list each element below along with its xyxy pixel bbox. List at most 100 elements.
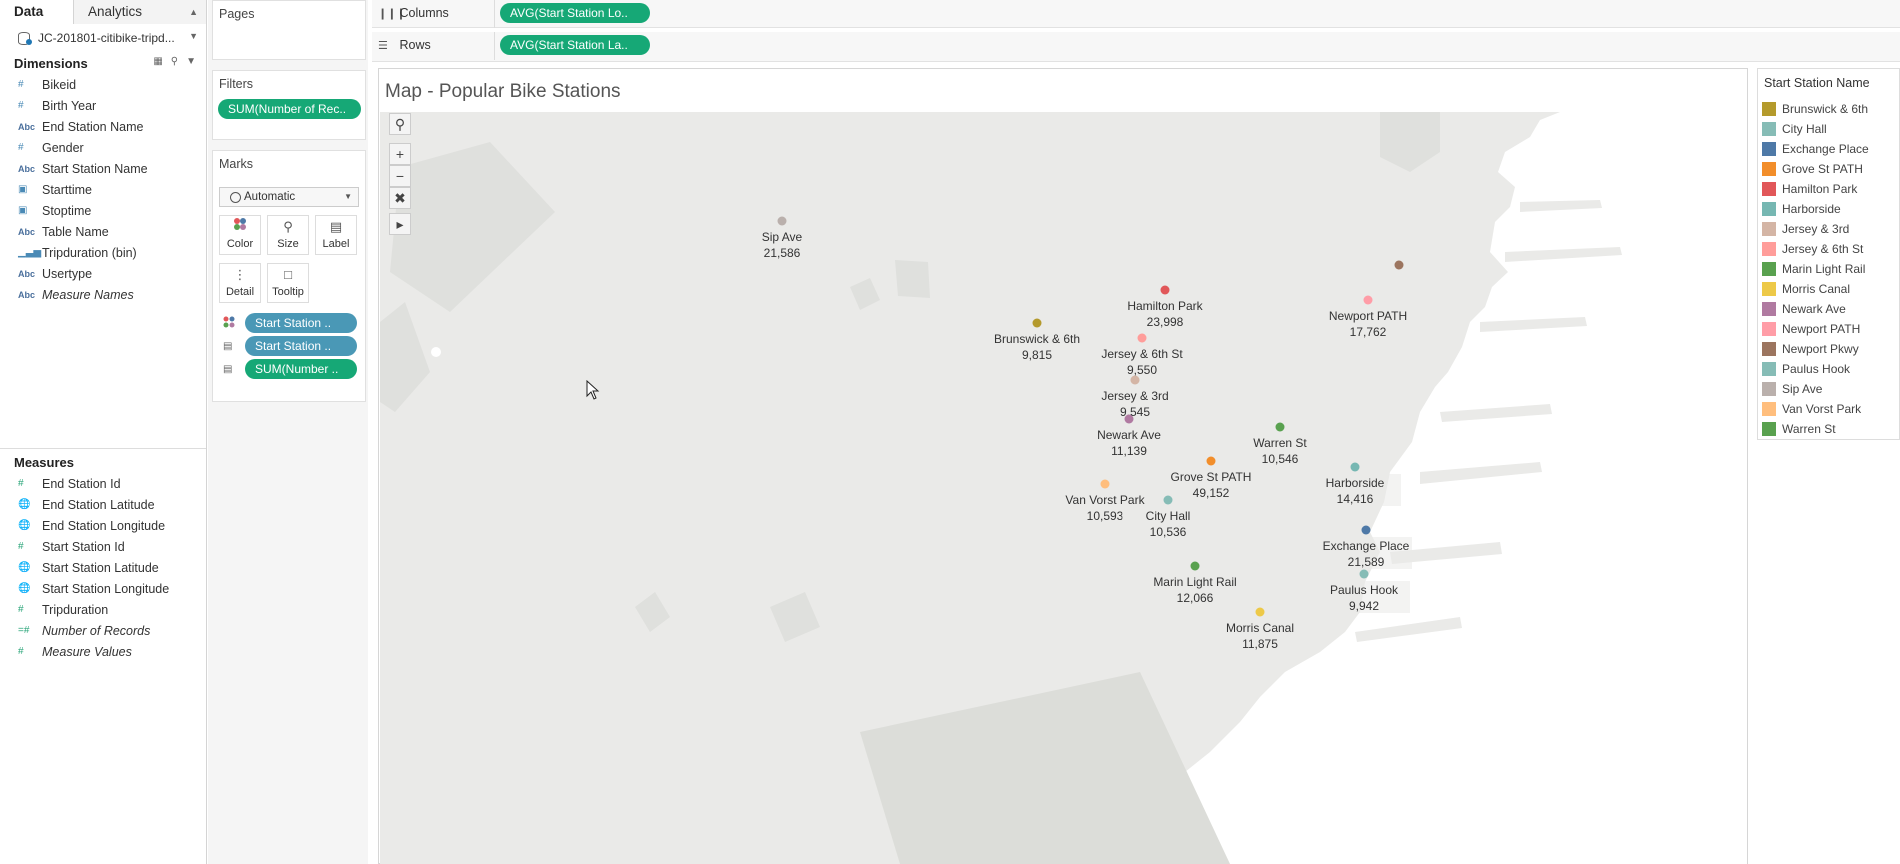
field-table-name[interactable]: Abc Table Name bbox=[0, 221, 206, 242]
field-start-station-id[interactable]: # Start Station Id bbox=[0, 536, 206, 557]
station-dot[interactable] bbox=[777, 216, 787, 226]
mark-type-dropdown[interactable]: Automatic ▼ bbox=[219, 187, 359, 207]
columns-shelf[interactable]: ❙❙❙ Columns AVG(Start Station Lo.. bbox=[372, 0, 1900, 28]
station-name-label: Warren St bbox=[1253, 436, 1307, 450]
field-tripduration[interactable]: # Tripduration bbox=[0, 599, 206, 620]
station-dot[interactable] bbox=[1206, 456, 1216, 466]
pane-tabs: Data Analytics ▲ ▼ bbox=[0, 0, 206, 41]
marks-color-pill[interactable]: Start Station .. bbox=[245, 313, 357, 333]
station-dot[interactable] bbox=[1361, 525, 1371, 535]
filters-card[interactable]: Filters SUM(Number of Rec.. bbox=[212, 70, 366, 140]
legend-item-grove-st-path[interactable]: Grove St PATH bbox=[1758, 159, 1899, 179]
legend-item-van-vorst-park[interactable]: Van Vorst Park bbox=[1758, 399, 1899, 419]
station-dot[interactable] bbox=[1160, 285, 1170, 295]
reset-map-button[interactable]: ✖ bbox=[389, 187, 411, 209]
field-birth-year[interactable]: # Birth Year bbox=[0, 95, 206, 116]
field-label: End Station Id bbox=[42, 476, 121, 491]
worksheet-view: Map - Popular Bike Stations Sip Ave 21,58… bbox=[378, 68, 1748, 864]
station-dot[interactable] bbox=[1255, 607, 1265, 617]
legend-item-newark-ave[interactable]: Newark Ave bbox=[1758, 299, 1899, 319]
legend-item-brunswick-6th[interactable]: Brunswick & 6th bbox=[1758, 99, 1899, 119]
legend-item-sip-ave[interactable]: Sip Ave bbox=[1758, 379, 1899, 399]
tooltip-button[interactable]: □ Tooltip bbox=[267, 263, 309, 303]
legend-item-hamilton-park[interactable]: Hamilton Park bbox=[1758, 179, 1899, 199]
legend-title: Start Station Name bbox=[1764, 76, 1870, 90]
field-label: Tripduration bbox=[42, 602, 109, 617]
legend-swatch bbox=[1762, 322, 1776, 336]
station-dot[interactable] bbox=[1032, 318, 1042, 328]
station-dot[interactable] bbox=[1363, 295, 1373, 305]
legend-item-warren-st[interactable]: Warren St bbox=[1758, 419, 1899, 439]
legend-item-marin-light-rail[interactable]: Marin Light Rail bbox=[1758, 259, 1899, 279]
tab-analytics[interactable]: Analytics ▲ ▼ bbox=[74, 0, 206, 41]
station-dot[interactable] bbox=[1275, 422, 1285, 432]
station-dot[interactable] bbox=[1350, 462, 1360, 472]
field-bikeid[interactable]: # Bikeid bbox=[0, 74, 206, 95]
field-number-of-records[interactable]: =# Number of Records bbox=[0, 620, 206, 641]
tab-data[interactable]: Data bbox=[0, 0, 74, 24]
map-search-button[interactable]: ⚲ bbox=[389, 113, 411, 135]
field-starttime[interactable]: ▣ Starttime bbox=[0, 179, 206, 200]
pages-card[interactable]: Pages bbox=[212, 0, 366, 60]
chevron-down-icon[interactable]: ▼ bbox=[186, 56, 196, 67]
station-dot[interactable] bbox=[1137, 333, 1147, 343]
station-dot[interactable] bbox=[1394, 260, 1404, 270]
map-toolbar-expand-button[interactable]: ▸ bbox=[389, 213, 411, 235]
field-end-station-id[interactable]: # End Station Id bbox=[0, 473, 206, 494]
field-start-station-latitude[interactable]: 🌐 Start Station Latitude bbox=[0, 557, 206, 578]
legend-item-jersey-6th-st[interactable]: Jersey & 6th St bbox=[1758, 239, 1899, 259]
station-dot[interactable] bbox=[1130, 375, 1140, 385]
datasource-item[interactable]: JC-201801-citibike-tripd... bbox=[0, 24, 206, 52]
field-start-station-name[interactable]: Abc Start Station Name bbox=[0, 158, 206, 179]
field-gender[interactable]: # Gender bbox=[0, 137, 206, 158]
view-grid-icon[interactable]: ▦ bbox=[153, 56, 162, 67]
field-end-station-longitude[interactable]: 🌐 End Station Longitude bbox=[0, 515, 206, 536]
number-type-icon: # bbox=[18, 142, 24, 153]
station-dot[interactable] bbox=[1100, 479, 1110, 489]
field-end-station-name[interactable]: Abc End Station Name bbox=[0, 116, 206, 137]
filter-pill[interactable]: SUM(Number of Rec.. bbox=[218, 99, 361, 119]
pin-reset-icon: ✖ bbox=[394, 190, 406, 206]
legend-item-newport-pkwy[interactable]: Newport Pkwy bbox=[1758, 339, 1899, 359]
search-icon[interactable]: ⚲ bbox=[171, 56, 178, 67]
field-measure-names[interactable]: Abc Measure Names bbox=[0, 284, 206, 305]
field-measure-values[interactable]: # Measure Values bbox=[0, 641, 206, 662]
station-count-label: 23,998 bbox=[1147, 315, 1184, 329]
minus-icon: − bbox=[395, 168, 405, 184]
size-button[interactable]: ⚲ Size bbox=[267, 215, 309, 255]
station-dot[interactable] bbox=[1190, 561, 1200, 571]
field-end-station-latitude[interactable]: 🌐 End Station Latitude bbox=[0, 494, 206, 515]
legend-item-city-hall[interactable]: City Hall bbox=[1758, 119, 1899, 139]
station-dot[interactable] bbox=[1124, 414, 1134, 424]
date-type-icon: ▣ bbox=[18, 184, 28, 195]
zoom-out-button[interactable]: − bbox=[389, 165, 411, 187]
station-mark-unlabeled[interactable] bbox=[1394, 260, 1404, 270]
detail-button[interactable]: ⋮ Detail bbox=[219, 263, 261, 303]
map-view[interactable]: Sip Ave 21,586 Hamilton Park 23,998 Newport … bbox=[380, 112, 1747, 864]
marks-label-pill-1[interactable]: Start Station .. bbox=[245, 336, 357, 356]
rows-shelf[interactable]: ☰ Rows AVG(Start Station La.. bbox=[372, 32, 1900, 62]
zoom-in-button[interactable]: + bbox=[389, 143, 411, 165]
field-label: Bikeid bbox=[42, 77, 77, 92]
legend-item-jersey-3rd[interactable]: Jersey & 3rd bbox=[1758, 219, 1899, 239]
rows-pill[interactable]: AVG(Start Station La.. bbox=[500, 35, 650, 55]
field-stoptime[interactable]: ▣ Stoptime bbox=[0, 200, 206, 221]
station-dot[interactable] bbox=[1163, 495, 1173, 505]
pages-title: Pages bbox=[219, 7, 255, 21]
station-dot[interactable] bbox=[1359, 569, 1369, 579]
field-usertype[interactable]: Abc Usertype bbox=[0, 263, 206, 284]
measures-section: Measures # End Station Id 🌐 End Station Lat… bbox=[0, 451, 206, 662]
color-button[interactable]: Color bbox=[219, 215, 261, 255]
legend-item-exchange-place[interactable]: Exchange Place bbox=[1758, 139, 1899, 159]
tab-sort-icon[interactable]: ▲ ▼ bbox=[189, 0, 198, 48]
legend-item-morris-canal[interactable]: Morris Canal bbox=[1758, 279, 1899, 299]
legend-item-harborside[interactable]: Harborside bbox=[1758, 199, 1899, 219]
field-tripduration-bin[interactable]: ▁▃▅ Tripduration (bin) bbox=[0, 242, 206, 263]
legend-item-newport-path[interactable]: Newport PATH bbox=[1758, 319, 1899, 339]
field-label: Start Station Name bbox=[42, 161, 148, 176]
label-button[interactable]: ▤ Label bbox=[315, 215, 357, 255]
columns-pill[interactable]: AVG(Start Station Lo.. bbox=[500, 3, 650, 23]
field-start-station-longitude[interactable]: 🌐 Start Station Longitude bbox=[0, 578, 206, 599]
legend-item-paulus-hook[interactable]: Paulus Hook bbox=[1758, 359, 1899, 379]
marks-label-pill-2[interactable]: SUM(Number .. bbox=[245, 359, 357, 379]
